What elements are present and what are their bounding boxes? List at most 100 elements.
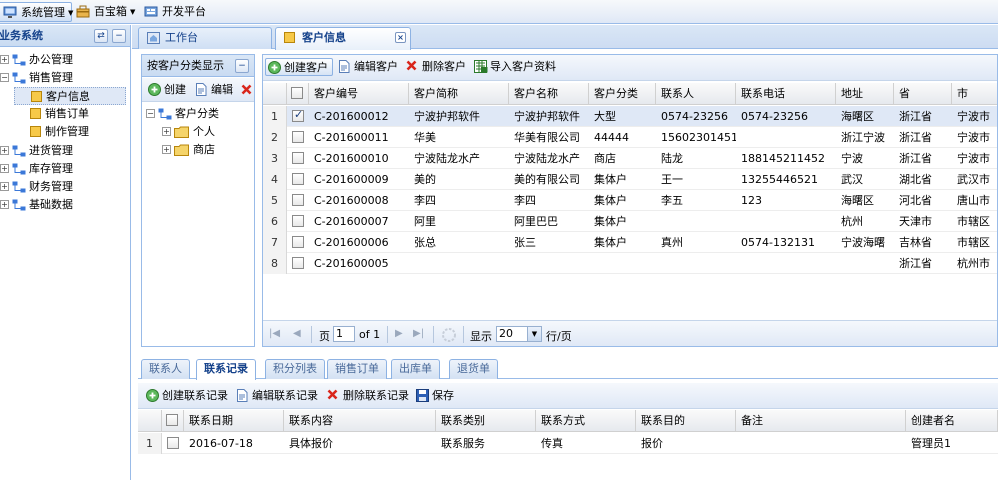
refresh-icon[interactable]: ⇄ (94, 29, 108, 43)
row-checkbox[interactable] (292, 108, 304, 122)
column-header[interactable]: 联系方式 (536, 410, 636, 432)
row-checkbox[interactable] (292, 152, 304, 164)
refresh-icon[interactable] (441, 327, 457, 343)
column-header[interactable]: 联系内容 (284, 410, 436, 432)
expand-icon[interactable]: + (0, 55, 9, 64)
row-checkbox[interactable] (292, 215, 304, 227)
import-customer-button[interactable]: 导入客户资料 (472, 58, 556, 76)
tab-contact-records[interactable]: 联系记录 (196, 359, 256, 380)
edit-customer-button[interactable]: 编辑客户 (336, 58, 398, 76)
select-all-checkbox[interactable] (291, 87, 303, 99)
module-icon (12, 163, 26, 175)
table-row[interactable]: 4 C-201600009 美的 美的有限公司 集体户 王一 13255446521 武汉 湖北… (263, 169, 997, 190)
sidebar-item-purchasing[interactable]: + 进货管理 (0, 142, 128, 160)
delete-customer-button[interactable]: 删除客户 (404, 58, 466, 76)
column-header[interactable]: 市 (952, 83, 997, 105)
row-checkbox[interactable] (292, 131, 304, 143)
column-header[interactable]: 客户编号 (309, 83, 409, 105)
column-header[interactable]: 联系日期 (184, 410, 284, 432)
sidebar-item-base-data[interactable]: + 基础数据 (0, 196, 128, 214)
collapse-tree-icon[interactable]: − (146, 109, 155, 118)
row-checkbox[interactable] (167, 437, 179, 449)
table-row[interactable]: 6 C-201600007 阿里 阿里巴巴 集体户 杭州 天津市 市辖区 (263, 211, 997, 232)
expand-icon[interactable]: + (0, 200, 9, 209)
row-checkbox[interactable] (292, 194, 304, 206)
expand-icon[interactable]: + (0, 164, 9, 173)
main-tab-strip: 工作台 客户信息 × (132, 25, 998, 50)
page-total: of 1 (359, 328, 381, 341)
table-row[interactable]: 1 2016-07-18 具体报价 联系服务 传真 报价 管理员1 (138, 433, 998, 454)
table-row[interactable]: 7 C-201600006 张总 张三 集体户 真州 0574-132131 宁波海曙 吉林省 市… (263, 232, 997, 253)
expand-icon[interactable]: + (0, 182, 9, 191)
sidebar-item-sales-order[interactable]: 销售订单 (14, 105, 126, 123)
table-row[interactable]: 8 C-201600005 浙江省 杭州市 (263, 253, 997, 274)
tab-returns[interactable]: 退货单 (449, 359, 498, 379)
row-checkbox[interactable] (292, 173, 304, 185)
column-header[interactable]: 客户分类 (589, 83, 656, 105)
close-icon[interactable]: × (395, 32, 406, 43)
create-record-button[interactable]: 创建联系记录 (144, 387, 228, 405)
computer-icon (3, 6, 17, 19)
last-page-icon[interactable]: ▶| (413, 329, 424, 339)
table-row[interactable]: 3 C-201600010 宁波陆龙水产 宁波陆龙水产 商店 陆龙 188145211452… (263, 148, 997, 169)
expand-icon[interactable]: + (0, 146, 9, 155)
column-header[interactable]: 地址 (836, 83, 894, 105)
chevron-down-icon[interactable]: ▼ (527, 327, 541, 341)
chevron-down-icon: ▼ (130, 8, 136, 16)
add-icon (148, 83, 161, 96)
table-row[interactable]: 1 C-201600012 宁波护邦软件 宁波护邦软件 大型 0574-23256 0574… (263, 106, 997, 127)
collapse-icon[interactable]: − (235, 59, 249, 73)
sidebar-item-customer-info[interactable]: 客户信息 (14, 87, 126, 105)
table-cell: C-201600011 (314, 131, 389, 144)
delete-record-button[interactable]: 删除联系记录 (325, 387, 409, 405)
tab-points[interactable]: 积分列表 (265, 359, 325, 379)
table-cell: 李五 (661, 194, 683, 207)
row-checkbox[interactable] (292, 236, 304, 248)
tab-customer-info[interactable]: 客户信息 × (275, 27, 411, 50)
system-menu-button[interactable]: 系统管理 ▼ (0, 2, 73, 22)
save-button[interactable]: 保存 (414, 387, 454, 405)
top-menu-bar: 系统管理 ▼ 百宝箱 ▼ 开发平台 (0, 0, 998, 24)
sidebar-item-production[interactable]: 制作管理 (14, 123, 126, 141)
collapse-tree-icon[interactable]: − (0, 73, 9, 82)
sidebar-item-office[interactable]: + 办公管理 (0, 51, 128, 69)
create-customer-button[interactable]: 创建客户 (265, 58, 333, 76)
tab-workbench[interactable]: 工作台 (138, 27, 272, 49)
delete-icon[interactable] (241, 84, 252, 95)
column-header[interactable]: 省 (894, 83, 952, 105)
column-header[interactable]: 联系目的 (636, 410, 736, 432)
tab-outbound[interactable]: 出库单 (391, 359, 440, 379)
edit-category-button[interactable]: 编辑 (193, 81, 233, 99)
column-header[interactable]: 联系电话 (736, 83, 836, 105)
row-checkbox[interactable] (292, 257, 304, 269)
column-header[interactable]: 客户名称 (509, 83, 589, 105)
column-header[interactable]: 联系人 (656, 83, 736, 105)
page-number-input[interactable]: 1 (333, 326, 355, 342)
first-page-icon[interactable]: |◀ (269, 329, 280, 339)
dev-platform-button[interactable]: 开发平台 (142, 2, 206, 22)
expand-icon[interactable]: + (162, 145, 171, 154)
toolbox-menu-button[interactable]: 百宝箱 ▼ (74, 2, 135, 22)
module-icon (12, 145, 26, 157)
table-row[interactable]: 5 C-201600008 李四 李四 集体户 李五 123 海曙区 河北省 唐山市 (263, 190, 997, 211)
column-header[interactable]: 创建者名 (906, 410, 998, 432)
next-page-icon[interactable]: ▶ (395, 329, 403, 339)
prev-page-icon[interactable]: ◀ (293, 329, 301, 339)
select-all-checkbox[interactable] (166, 414, 178, 426)
table-row[interactable]: 2 C-201600011 华美 华美有限公司 44444 15602301451 浙江宁波… (263, 127, 997, 148)
edit-record-button[interactable]: 编辑联系记录 (234, 387, 318, 405)
column-header[interactable]: 备注 (736, 410, 906, 432)
table-cell: 杭州市 (957, 257, 990, 270)
page-label: 页 (319, 330, 330, 343)
collapse-icon[interactable]: − (112, 29, 126, 43)
create-category-button[interactable]: 创建 (146, 81, 186, 99)
expand-icon[interactable]: + (162, 127, 171, 136)
column-header[interactable]: 联系类别 (436, 410, 536, 432)
tab-sales-orders[interactable]: 销售订单 (327, 359, 387, 379)
page-size-select[interactable]: 20 ▼ (496, 326, 542, 342)
sidebar-item-sales[interactable]: − 销售管理 (0, 69, 128, 87)
sidebar-item-finance[interactable]: + 财务管理 (0, 178, 128, 196)
tab-contacts[interactable]: 联系人 (141, 359, 190, 379)
column-header[interactable]: 客户简称 (409, 83, 509, 105)
sidebar-item-inventory[interactable]: + 库存管理 (0, 160, 128, 178)
